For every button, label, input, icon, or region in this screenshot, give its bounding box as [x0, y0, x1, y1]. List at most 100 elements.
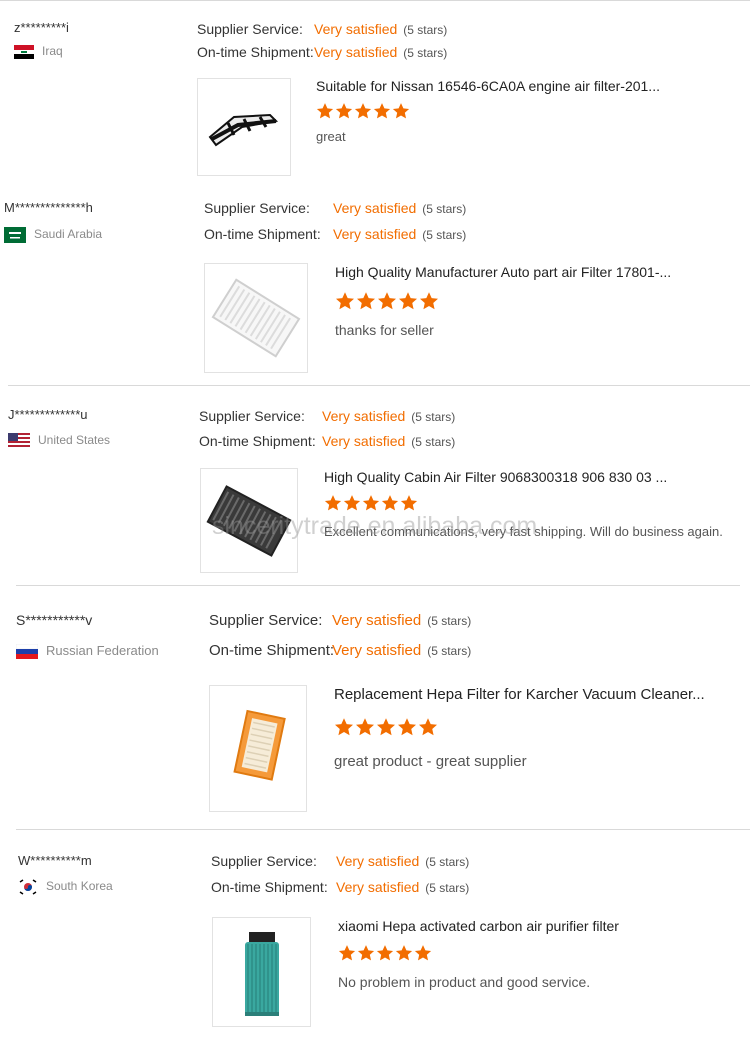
rating-stars-text: (5 stars) — [403, 23, 448, 37]
review-comment: No problem in product and good service. — [338, 974, 591, 990]
reviewer-country: United States — [8, 433, 110, 449]
review-card: M**************h Saudi Arabia Supplier S… — [4, 200, 744, 380]
star-icon — [377, 291, 397, 311]
rating-value: Very satisfied — [314, 21, 398, 37]
rating-label: Supplier Service: — [209, 612, 323, 629]
iraq-flag-icon — [14, 44, 34, 59]
reviewer-country: Iraq — [14, 44, 63, 59]
on-time-shipment-rating: On-time Shipment:Very satisfied (5 stars) — [209, 642, 471, 659]
rating-value: Very satisfied — [333, 226, 417, 242]
star-icon — [381, 494, 399, 512]
rating-label: On-time Shipment: — [211, 879, 328, 895]
supplier-service-rating: Supplier Service: Very satisfied (5 stars) — [197, 21, 447, 37]
rating-stars-text: (5 stars) — [422, 202, 467, 216]
supplier-service-rating: Supplier Service: Very satisfied (5 stars) — [209, 612, 471, 629]
rating-stars-text: (5 stars) — [427, 644, 472, 658]
review-card: W**********m South Korea Supplier Servic… — [18, 853, 744, 1033]
reviewer-name: M**************h — [4, 200, 93, 215]
rating-label: On-time Shipment: — [199, 433, 316, 449]
star-icon — [335, 291, 355, 311]
star-rating — [316, 102, 411, 125]
on-time-shipment-rating: On-time Shipment: Very satisfied (5 stars) — [199, 433, 455, 449]
hepa-filter-image[interactable] — [209, 685, 307, 812]
country-name: South Korea — [46, 879, 113, 894]
rating-label: Supplier Service: — [199, 408, 305, 424]
reviewer-country: South Korea — [18, 879, 113, 895]
rating-stars-text: (5 stars) — [403, 46, 448, 60]
reviewer-country: Saudi Arabia — [4, 227, 102, 243]
star-icon — [418, 717, 438, 737]
cabin-air-filter-image[interactable] — [200, 468, 298, 573]
star-rating — [324, 494, 419, 517]
saudi-arabia-flag-icon — [4, 227, 26, 243]
section-divider — [16, 585, 740, 586]
star-icon — [335, 102, 353, 120]
review-card: J*************u United States Supplier S… — [8, 407, 744, 577]
star-icon — [343, 494, 361, 512]
review-comment: thanks for seller — [335, 322, 434, 338]
star-icon — [398, 291, 418, 311]
reviewer-name: W**********m — [18, 853, 92, 868]
reviewer-name: z*********i — [14, 20, 69, 35]
reviewer-name: J*************u — [8, 407, 88, 422]
star-icon — [362, 494, 380, 512]
rating-label: Supplier Service: — [204, 200, 310, 216]
rating-value: Very satisfied — [333, 200, 417, 216]
star-icon — [354, 102, 372, 120]
country-name: Iraq — [42, 44, 63, 58]
rating-label: On-time Shipment: — [209, 642, 335, 659]
star-icon — [338, 944, 356, 962]
on-time-shipment-rating: On-time Shipment:Very satisfied (5 stars) — [197, 44, 447, 60]
rating-stars-text: (5 stars) — [427, 614, 472, 628]
product-title[interactable]: xiaomi Hepa activated carbon air purifie… — [338, 918, 619, 934]
panel-air-filter-image[interactable] — [204, 263, 308, 373]
rating-stars-text: (5 stars) — [411, 410, 456, 424]
supplier-service-rating: Supplier Service: Very satisfied (5 stars) — [204, 200, 466, 216]
rating-label: On-time Shipment: — [197, 44, 314, 60]
united-states-flag-icon — [8, 433, 30, 449]
review-card: z*********i Iraq Supplier Service: Very s… — [14, 20, 744, 180]
reviewer-name: S***********v — [16, 612, 93, 628]
air-purifier-filter-image[interactable] — [212, 917, 311, 1027]
rating-value: Very satisfied — [332, 612, 422, 629]
rating-stars-text: (5 stars) — [411, 435, 456, 449]
section-divider — [16, 829, 750, 830]
rating-stars-text: (5 stars) — [422, 228, 467, 242]
product-title[interactable]: Replacement Hepa Filter for Karcher Vacu… — [334, 686, 705, 703]
supplier-service-rating: Supplier Service: Very satisfied (5 stars) — [199, 408, 455, 424]
reviewer-country: Russian Federation — [16, 643, 159, 660]
rating-value: Very satisfied — [332, 642, 422, 659]
rating-value: Very satisfied — [322, 408, 406, 424]
engine-air-filter-image[interactable] — [197, 78, 291, 176]
star-icon — [334, 717, 354, 737]
country-name: Saudi Arabia — [34, 227, 103, 242]
rating-value: Very satisfied — [322, 433, 406, 449]
review-comment: Excellent communications, very fast ship… — [324, 524, 723, 539]
star-icon — [392, 102, 410, 120]
top-divider — [0, 0, 750, 1]
rating-value: Very satisfied — [336, 879, 420, 895]
russia-flag-icon — [16, 644, 38, 660]
star-rating — [335, 291, 440, 316]
rating-value: Very satisfied — [336, 853, 420, 869]
product-title[interactable]: High Quality Cabin Air Filter 9068300318… — [324, 469, 667, 485]
star-icon — [355, 717, 375, 737]
section-divider — [8, 385, 750, 386]
country-name: Russian Federation — [46, 643, 159, 658]
star-icon — [414, 944, 432, 962]
star-rating — [338, 944, 433, 967]
star-icon — [357, 944, 375, 962]
star-rating — [334, 717, 439, 742]
rating-value: Very satisfied — [314, 44, 398, 60]
product-title[interactable]: High Quality Manufacturer Auto part air … — [335, 264, 671, 280]
review-card: S***********v Russian Federation Supplie… — [16, 612, 744, 812]
star-icon — [376, 944, 394, 962]
rating-label: On-time Shipment: — [204, 226, 321, 242]
star-icon — [397, 717, 417, 737]
review-comment: great product - great supplier — [334, 753, 527, 770]
star-icon — [395, 944, 413, 962]
rating-stars-text: (5 stars) — [425, 855, 470, 869]
star-icon — [316, 102, 334, 120]
product-title[interactable]: Suitable for Nissan 16546-6CA0A engine a… — [316, 78, 660, 94]
rating-label: Supplier Service: — [211, 853, 317, 869]
